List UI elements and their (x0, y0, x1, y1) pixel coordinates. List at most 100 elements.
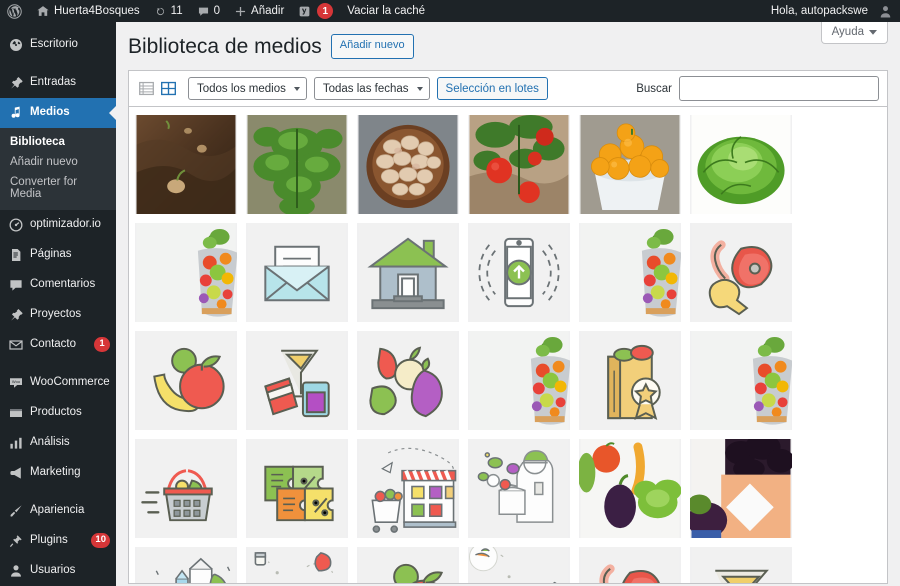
attachment-meat-icons[interactable] (690, 223, 792, 323)
attachment-oranges-bucket[interactable] (579, 115, 681, 215)
attachment-veg-basket-white-4[interactable] (690, 331, 792, 431)
sidebar-item-comentarios[interactable]: Comentarios (0, 270, 116, 300)
account-area: Hola, autopackswe (764, 0, 900, 22)
sidebar-item-label: Análisis (30, 436, 70, 448)
attachment-thumbnail (246, 115, 348, 215)
help-tab-button[interactable]: Ayuda (820, 22, 888, 44)
sidebar-item-medios[interactable]: Medios (0, 98, 116, 128)
comments-menu[interactable]: 0 (190, 0, 227, 22)
updates-icon (154, 5, 167, 18)
add-new-media-button[interactable]: Añadir nuevo (330, 34, 414, 59)
page-header: Biblioteca de medios Añadir nuevo (116, 22, 900, 66)
attachment-thumbnail (690, 115, 792, 215)
help-tab-wrap: Ayuda (820, 22, 888, 44)
attachment-meat-icons-2[interactable] (579, 547, 681, 584)
new-content-menu[interactable]: Añadir (227, 0, 291, 22)
site-name-label: Huerta4Bosques (54, 5, 140, 17)
sidebar-subitem-converter-for-media[interactable]: Converter for Media (0, 172, 116, 204)
wordpress-logo-menu[interactable] (0, 0, 29, 22)
sidebar-item-label: Productos (30, 406, 82, 418)
sidebar-item-optimizador-io[interactable]: optimizador.io (0, 210, 116, 240)
attachment-vegetable-icons[interactable] (357, 331, 459, 431)
attachment-tomato-plant[interactable] (468, 115, 570, 215)
date-filter-select[interactable]: Todas las fechas (313, 77, 430, 101)
attachment-groceries-illustration[interactable] (135, 547, 237, 584)
attachment-fast-delivery-basket[interactable] (135, 439, 237, 539)
attachment-thumbnail (246, 439, 348, 539)
sidebar-item-woocommerce[interactable]: Woo WooCommerce (0, 368, 116, 398)
sidebar-item-label: Contacto (30, 338, 77, 350)
products-icon (8, 405, 24, 421)
sidebar-item-escritorio[interactable]: Escritorio (0, 30, 116, 60)
attachment-thumbnail (357, 439, 459, 539)
attachment-veg-basket-white[interactable] (135, 223, 237, 323)
yoast-seo-icon (298, 5, 311, 18)
attachment-potato-plant[interactable] (246, 115, 348, 215)
search-input[interactable] (679, 76, 879, 102)
attachment-fruit-icons-2[interactable] (357, 547, 459, 584)
attachment-potato-bowl[interactable] (357, 115, 459, 215)
attachment-thumbnail (246, 331, 348, 431)
attachment-veg-basket-white-2[interactable] (579, 223, 681, 323)
attachment-fruit-icons[interactable] (135, 331, 237, 431)
greeting-label: Hola, autopackswe (770, 5, 868, 17)
attachment-drinks-icons[interactable] (246, 331, 348, 431)
attachment-lettuce[interactable] (690, 115, 792, 215)
attachment-thumbnail (468, 439, 570, 539)
sidebar-item-contacto[interactable]: Contacto 1 (0, 330, 116, 360)
chevron-down-icon (293, 86, 300, 91)
sidebar-item-plugins[interactable]: Plugins 10 (0, 526, 116, 556)
attachment-produce-bag-photo[interactable] (690, 439, 792, 539)
site-name-menu[interactable]: Huerta4Bosques (29, 0, 147, 22)
user-avatar-icon (878, 4, 893, 19)
sidebar-item-apariencia[interactable]: Apariencia (0, 496, 116, 526)
sidebar-item-entradas[interactable]: Entradas (0, 68, 116, 98)
sidebar-item-label: optimizador.io (30, 218, 101, 230)
attachment-online-grocery-shop[interactable] (357, 439, 459, 539)
chevron-down-icon (869, 26, 877, 38)
menu-separator-3 (0, 488, 116, 496)
search-label: Buscar (636, 82, 672, 95)
attachment-thumbnail (246, 547, 348, 584)
attachment-thumbnail (246, 223, 348, 323)
attachment-discount-coupons[interactable] (246, 439, 348, 539)
sidebar-item-paginas[interactable]: Páginas (0, 240, 116, 270)
attachment-house[interactable] (357, 223, 459, 323)
attachment-envelope-letter[interactable] (246, 223, 348, 323)
sidebar-subitem-biblioteca[interactable]: Biblioteca (0, 132, 116, 152)
media-icon (8, 105, 24, 121)
clear-cache-button[interactable]: Vaciar la caché (340, 0, 432, 22)
sidebar-subitem-anadir-nuevo[interactable]: Añadir nuevo (0, 152, 116, 172)
media-type-filter-select[interactable]: Todos los medios (188, 77, 307, 101)
attachment-soil-planting[interactable] (135, 115, 237, 215)
pin-icon (8, 307, 24, 323)
attachment-food-pattern-bread[interactable] (468, 547, 570, 584)
attachment-delivery-man[interactable] (468, 439, 570, 539)
comment-bubble-icon (8, 277, 24, 293)
dashboard-icon (8, 37, 24, 53)
attachment-veg-basket-white-3[interactable] (468, 331, 570, 431)
sidebar-item-marketing[interactable]: Marketing (0, 458, 116, 488)
attachment-mobile-upload[interactable] (468, 223, 570, 323)
attachment-food-pattern-1[interactable] (246, 547, 348, 584)
updates-count: 11 (170, 5, 183, 17)
attachment-cocktail-glass[interactable] (690, 547, 792, 584)
attachment-vegetables-photo[interactable] (579, 439, 681, 539)
sidebar-item-proyectos[interactable]: Proyectos (0, 300, 116, 330)
attachment-grocery-bag-quality[interactable] (579, 331, 681, 431)
plugins-badge-count: 10 (91, 533, 110, 548)
yoast-issue-count: 1 (317, 3, 334, 19)
grid-view-icon[interactable] (159, 79, 178, 98)
list-view-icon[interactable] (137, 79, 156, 98)
attachment-thumbnail (468, 547, 570, 584)
sidebar-item-usuarios[interactable]: Usuarios (0, 556, 116, 586)
sidebar-item-analisis[interactable]: Análisis (0, 428, 116, 458)
bulk-select-button[interactable]: Selección en lotes (436, 77, 548, 101)
updates-menu[interactable]: 11 (147, 0, 190, 22)
attachment-thumbnail (579, 547, 681, 584)
sidebar-item-label: Proyectos (30, 308, 82, 320)
yoast-menu[interactable]: 1 (291, 0, 340, 22)
woocommerce-icon: Woo (8, 375, 24, 391)
my-account-menu[interactable]: Hola, autopackswe (764, 0, 900, 22)
sidebar-item-productos[interactable]: Productos (0, 398, 116, 428)
